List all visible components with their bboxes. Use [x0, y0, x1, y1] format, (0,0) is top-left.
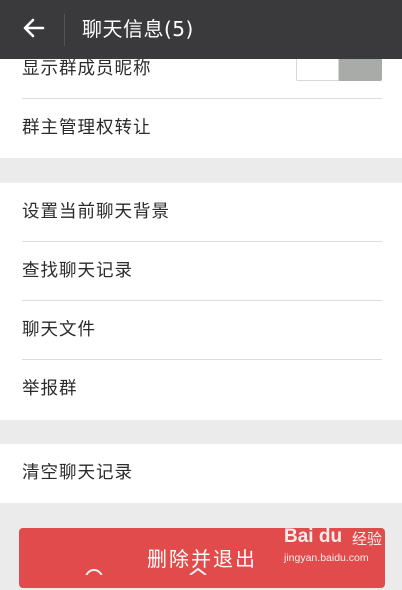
chat-files-row[interactable]: 聊天文件 [22, 301, 382, 360]
transfer-ownership-label: 群主管理权转让 [22, 118, 152, 138]
transfer-ownership-row[interactable]: 群主管理权转让 [22, 99, 382, 158]
clear-section: 清空聊天记录 [0, 444, 402, 503]
clear-chat-history-label: 清空聊天记录 [22, 463, 133, 483]
bottom-edge-artifact [85, 567, 207, 575]
back-button[interactable] [18, 14, 50, 46]
chat-options-section: 设置当前聊天背景 查找聊天记录 聊天文件 举报群 [0, 183, 402, 420]
search-chat-history-row[interactable]: 查找聊天记录 [22, 242, 382, 301]
report-group-label: 举报群 [22, 379, 78, 399]
watermark-brand: 经验 [352, 530, 383, 548]
header-divider [64, 14, 65, 46]
watermark-url: jingyan.baidu.com [284, 552, 369, 564]
report-group-row[interactable]: 举报群 [22, 360, 382, 419]
app-header: 聊天信息(5) [0, 0, 402, 59]
set-chat-background-label: 设置当前聊天背景 [22, 202, 170, 222]
show-member-nickname-toggle[interactable] [296, 57, 382, 81]
baidu-logo: Bai du [284, 526, 343, 547]
toggle-track [339, 57, 382, 81]
chat-files-label: 聊天文件 [22, 320, 96, 340]
toggle-knob [296, 57, 339, 81]
page-title: 聊天信息(5) [82, 17, 194, 41]
set-chat-background-row[interactable]: 设置当前聊天背景 [22, 183, 382, 242]
clear-chat-history-row[interactable]: 清空聊天记录 [22, 444, 382, 503]
arrow-left-icon [23, 18, 45, 42]
search-chat-history-label: 查找聊天记录 [22, 261, 133, 281]
